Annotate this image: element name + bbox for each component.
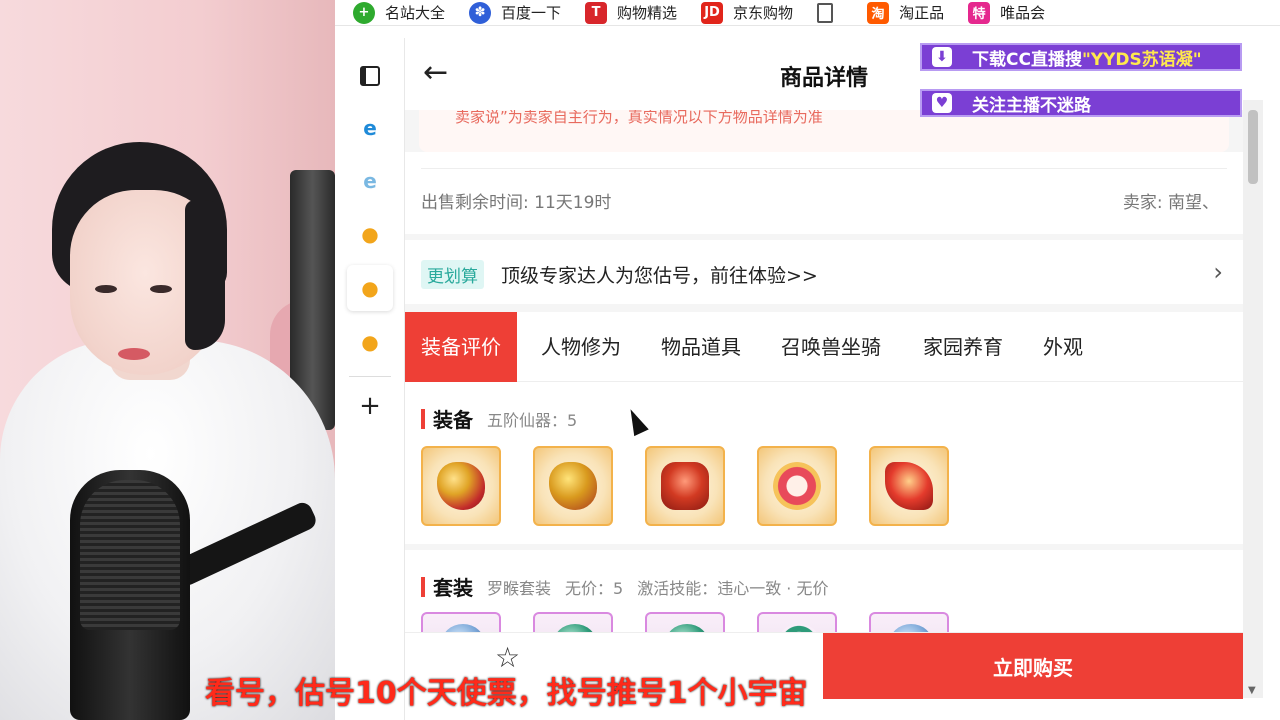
appraisal-promo[interactable]: 更划算 顶级专家达人为您估号，前往体验>> › xyxy=(405,240,1243,304)
suit-name: 罗睺套装 xyxy=(487,578,552,598)
detail-tabs: 装备评价 人物修为 物品道具 召唤兽坐骑 家园养育 外观 xyxy=(405,312,1243,382)
bookmarks-bar: + 名站大全 ✽ 百度一下 T 购物精选 JD 京东购物 淘 淘正品 特 唯品会 xyxy=(335,0,1280,26)
scroll-down-icon[interactable]: ▼ xyxy=(1248,685,1256,696)
buy-now-button[interactable]: 立即购买 xyxy=(823,633,1243,699)
bookmark-shopping[interactable]: T 购物精选 xyxy=(585,1,678,24)
notice-text: 卖家说”为卖家自主行为，真实情况以下方物品详情为准 xyxy=(455,110,823,126)
promo-text: 顶级专家达人为您估号，前往体验>> xyxy=(501,265,818,287)
left-eye xyxy=(95,285,117,293)
section-marker xyxy=(421,408,425,429)
sidebar-divider xyxy=(349,376,391,377)
follow-text: 关注主播不迷路 xyxy=(972,95,1091,116)
tab-character[interactable]: 人物修为 xyxy=(541,312,621,382)
product-page: 卖家说”为卖家自主行为，真实情况以下方物品详情为准 ← 商品详情 出售剩余时间:… xyxy=(405,38,1243,698)
stream-screen: + 名站大全 ✽ 百度一下 T 购物精选 JD 京东购物 淘 淘正品 特 唯品会… xyxy=(0,0,1280,720)
tab-items[interactable]: 物品道具 xyxy=(661,312,741,382)
section-marker xyxy=(421,576,425,597)
browser-sidebar: e e ● ● ● + xyxy=(335,38,405,720)
divider xyxy=(421,168,1227,169)
bookmark-taobao[interactable]: 淘 淘正品 xyxy=(867,1,945,24)
page-scrollbar[interactable]: ▼ xyxy=(1243,100,1263,698)
follow-banner: ♥ 关注主播不迷路 xyxy=(920,89,1242,117)
bookmark-label: 京东购物 xyxy=(733,4,794,22)
section-title: 装备 xyxy=(433,408,473,432)
suit-count: 无价：5 xyxy=(565,578,624,598)
jd-icon: JD xyxy=(701,1,724,24)
suit-skill: 激活技能：违心一致 · 无价 xyxy=(637,578,829,598)
download-text: 下载CC直播搜 xyxy=(972,49,1082,70)
bookmark-baidu[interactable]: ✽ 百度一下 xyxy=(469,1,562,24)
taobao-icon: 淘 xyxy=(867,1,890,24)
bookmark-label: 唯品会 xyxy=(1000,4,1046,22)
download-highlight: "YYDS苏语凝" xyxy=(1081,49,1202,70)
chest-item-icon[interactable] xyxy=(645,446,725,526)
tab-equipment-rating[interactable]: 装备评价 xyxy=(405,312,517,382)
tab-appearance[interactable]: 外观 xyxy=(1043,312,1083,382)
bookmark-label: 购物精选 xyxy=(617,4,678,22)
tmall-icon: T xyxy=(585,1,608,24)
edge-icon[interactable]: e xyxy=(357,115,383,141)
bookmark-label: 淘正品 xyxy=(899,4,945,22)
bookmark-vip[interactable]: 特 唯品会 xyxy=(968,1,1046,24)
document-icon xyxy=(817,2,834,23)
edge-icon[interactable]: e xyxy=(357,168,383,194)
armor-item-icon[interactable] xyxy=(533,446,613,526)
section-header: 套装 罗睺套装 无价：5 激活技能：违心一致 · 无价 xyxy=(421,572,842,601)
chick-icon[interactable]: ● xyxy=(357,221,383,247)
tabs-icon[interactable] xyxy=(357,63,383,89)
plus-icon[interactable]: + xyxy=(357,391,383,421)
download-banner: ⬇ 下载CC直播搜 "YYDS苏语凝" xyxy=(920,43,1242,71)
equipment-items xyxy=(421,446,949,526)
heart-icon: ♥ xyxy=(932,93,952,113)
section-title: 套装 xyxy=(433,576,473,600)
stream-caption: 看号，估号10个天使票，找号推号1个小宇宙 xyxy=(205,676,808,711)
vip-icon: 特 xyxy=(968,1,991,24)
baidu-paw-icon: ✽ xyxy=(469,1,492,24)
claw-item-icon[interactable] xyxy=(869,446,949,526)
chevron-right-icon: › xyxy=(1213,258,1223,286)
plus-circle-icon: + xyxy=(353,1,375,24)
bookmark-jd[interactable]: JD 京东购物 xyxy=(701,1,794,24)
bookmark-document[interactable] xyxy=(817,2,843,23)
tab-home[interactable]: 家园养育 xyxy=(923,312,1003,382)
sale-info: 出售剩余时间: 11天19时 卖家: 南望、 xyxy=(405,152,1243,234)
section-header: 装备 五阶仙器：5 xyxy=(421,404,591,433)
webcam-feed xyxy=(0,0,335,720)
right-eye xyxy=(150,285,172,293)
streamer-lips xyxy=(118,348,150,360)
streamer-hair-side xyxy=(185,200,225,350)
promo-tag: 更划算 xyxy=(421,260,484,289)
scrollbar-thumb[interactable] xyxy=(1248,110,1258,184)
bookmark-mingzhan[interactable]: + 名站大全 xyxy=(353,1,446,24)
time-remaining: 出售剩余时间: 11天19时 xyxy=(421,193,612,213)
section-meta: 五阶仙器：5 xyxy=(487,410,578,430)
seller-name[interactable]: 卖家: 南望、 xyxy=(1123,188,1219,213)
bookmark-label: 百度一下 xyxy=(501,4,562,22)
chick-icon[interactable]: ● xyxy=(357,329,383,355)
microphone-grill xyxy=(80,480,180,630)
chick-icon[interactable]: ● xyxy=(347,265,393,311)
download-icon: ⬇ xyxy=(932,47,952,67)
equipment-section: 装备 五阶仙器：5 xyxy=(405,382,1243,544)
tab-summons-mounts[interactable]: 召唤兽坐骑 xyxy=(781,312,881,382)
helmet-item-icon[interactable] xyxy=(421,446,501,526)
bookmark-label: 名站大全 xyxy=(385,4,446,22)
bracelet-item-icon[interactable] xyxy=(757,446,837,526)
